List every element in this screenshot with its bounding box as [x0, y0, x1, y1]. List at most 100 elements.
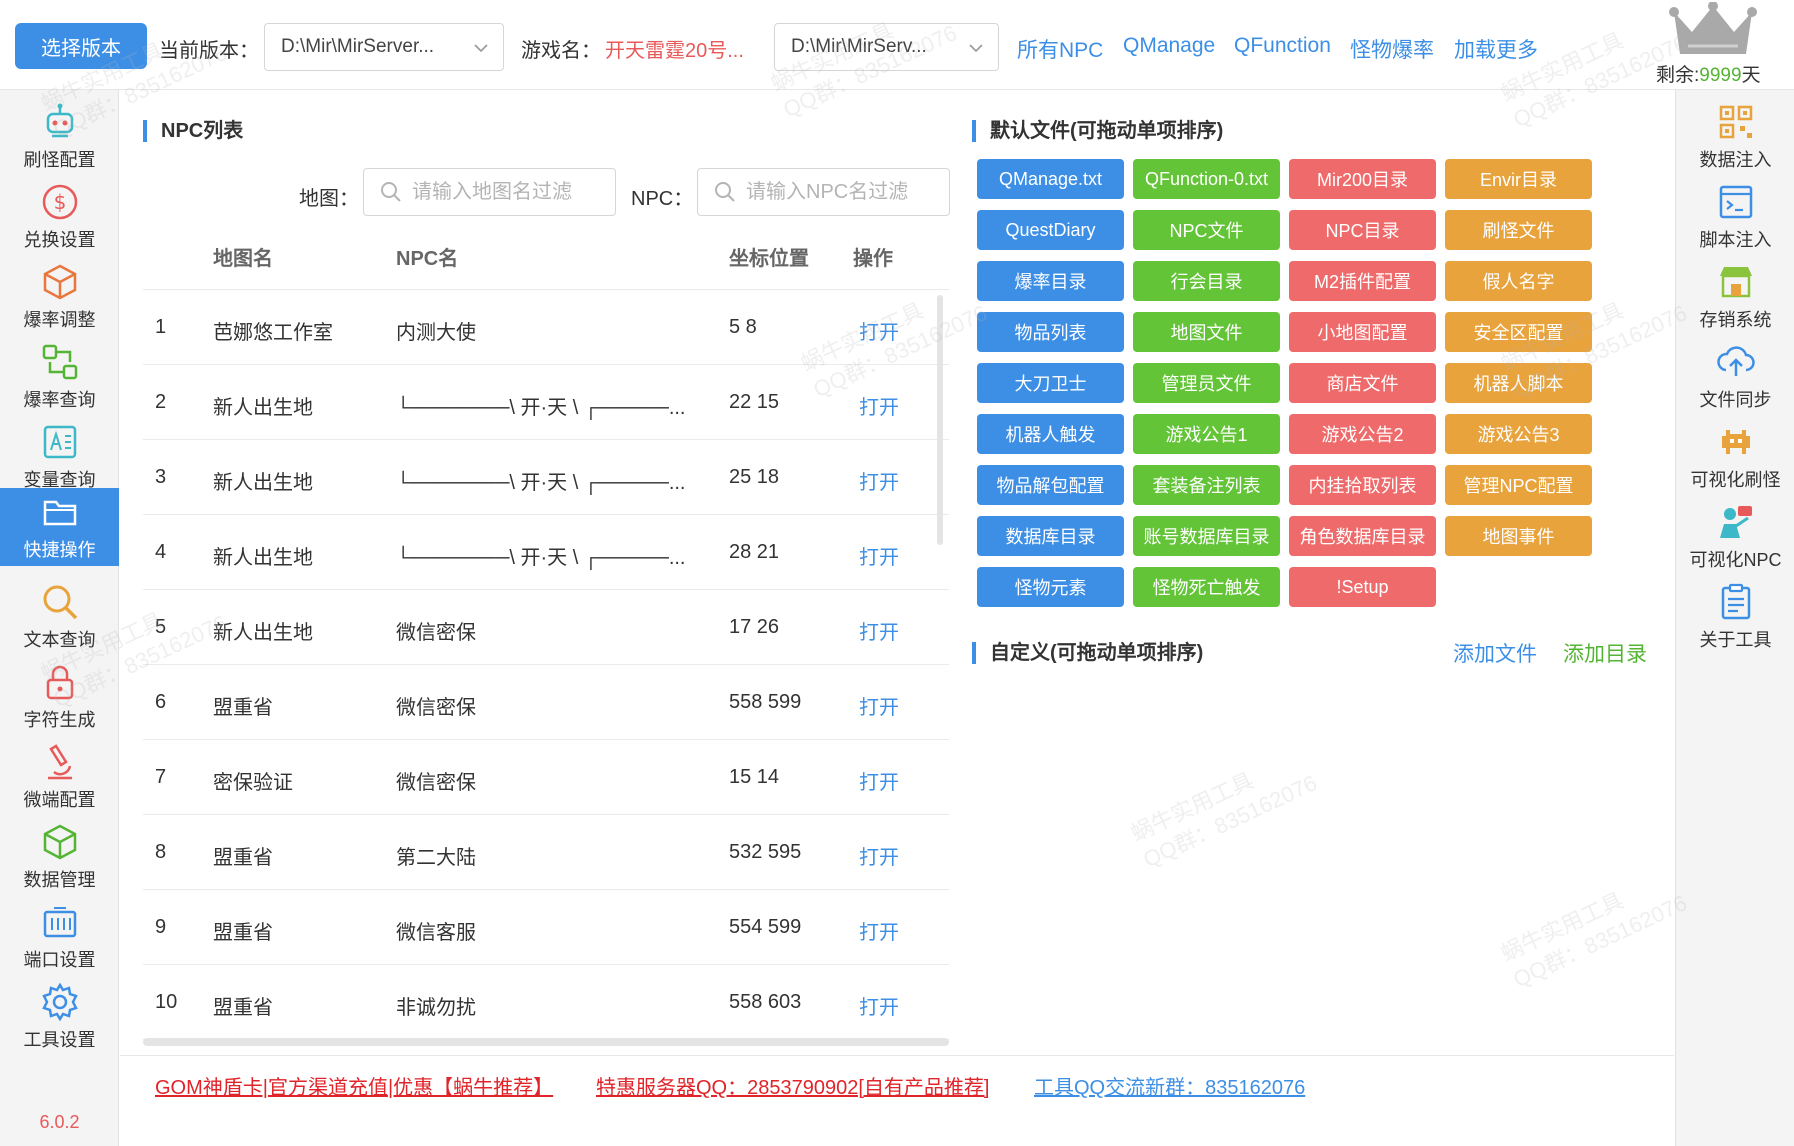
file-button[interactable]: NPC文件: [1133, 210, 1280, 250]
file-button[interactable]: 管理员文件: [1133, 363, 1280, 403]
file-button[interactable]: 机器人触发: [977, 414, 1124, 454]
file-button[interactable]: 行会目录: [1133, 261, 1280, 301]
cell-open-link[interactable]: 打开: [859, 316, 899, 345]
promo-link-gom[interactable]: GOM神盾卡|官方渠道充值|优惠【蜗牛推荐】: [155, 1071, 553, 1100]
cell-open-link[interactable]: 打开: [859, 616, 899, 645]
sidebar-item-label: 兑换设置: [23, 230, 96, 250]
table-row[interactable]: 3 新人出生地 └───────\ 开·天 \ ┌─────... 25 18 打开: [143, 440, 949, 515]
table-horizontal-scrollbar[interactable]: [143, 1038, 949, 1046]
file-button[interactable]: NPC目录: [1289, 210, 1436, 250]
sidebar-item-port-settings[interactable]: 端口设置: [0, 898, 119, 976]
file-button[interactable]: 安全区配置: [1445, 312, 1592, 352]
cell-open-link[interactable]: 打开: [859, 691, 899, 720]
promo-link-server-qq[interactable]: 特惠服务器QQ：2853790902[自有产品推荐]: [596, 1071, 989, 1100]
invader-icon: [1721, 430, 1750, 454]
lock-icon: [46, 665, 73, 700]
file-button[interactable]: 地图文件: [1133, 312, 1280, 352]
file-button[interactable]: 管理NPC配置: [1445, 465, 1592, 505]
file-button[interactable]: 数据库目录: [977, 516, 1124, 556]
link-monster-drop[interactable]: 怪物爆率: [1350, 34, 1434, 64]
link-qfunction[interactable]: QFunction: [1234, 34, 1331, 58]
file-button[interactable]: 怪物元素: [977, 567, 1124, 607]
add-file-link[interactable]: 添加文件: [1453, 638, 1537, 668]
file-button[interactable]: 地图事件: [1445, 516, 1592, 556]
file-button[interactable]: 机器人脚本: [1445, 363, 1592, 403]
right-item-visual-spawn[interactable]: 可视化刷怪: [1676, 418, 1794, 496]
table-row[interactable]: 4 新人出生地 └───────\ 开·天 \ ┌─────... 28 21 打开: [143, 515, 949, 590]
cell-open-link[interactable]: 打开: [859, 841, 899, 870]
table-row[interactable]: 1 芭娜悠工作室 内测大使 5 8 打开: [143, 290, 949, 365]
table-vertical-scrollbar[interactable]: [937, 295, 943, 545]
cell-open-link[interactable]: 打开: [859, 766, 899, 795]
sidebar-item-quick-actions[interactable]: 快捷操作: [0, 488, 119, 566]
link-load-more[interactable]: 加载更多: [1454, 34, 1538, 64]
file-button[interactable]: M2插件配置: [1289, 261, 1436, 301]
sidebar-item-exchange-settings[interactable]: $ 兑换设置: [0, 178, 119, 256]
table-row[interactable]: 8 盟重省 第二大陆 532 595 打开: [143, 815, 949, 890]
table-row[interactable]: 9 盟重省 微信客服 554 599 打开: [143, 890, 949, 965]
file-button[interactable]: 角色数据库目录: [1289, 516, 1436, 556]
cell-open-link[interactable]: 打开: [859, 466, 899, 495]
cell-open-link[interactable]: 打开: [859, 916, 899, 945]
file-button[interactable]: 内挂拾取列表: [1289, 465, 1436, 505]
file-button[interactable]: 物品列表: [977, 312, 1124, 352]
file-button[interactable]: 游戏公告2: [1289, 414, 1436, 454]
cell-open-link[interactable]: 打开: [859, 991, 899, 1020]
add-directory-link[interactable]: 添加目录: [1563, 638, 1647, 668]
file-button[interactable]: 套装备注列表: [1133, 465, 1280, 505]
sidebar-item-drop-adjust[interactable]: 爆率调整: [0, 258, 119, 336]
right-item-file-sync[interactable]: 文件同步: [1676, 338, 1794, 416]
sidebar-item-variable-query[interactable]: 变量查询: [0, 418, 119, 496]
cell-open-link[interactable]: 打开: [859, 391, 899, 420]
sidebar-item-text-query[interactable]: 文本查询: [0, 578, 119, 656]
table-row[interactable]: 7 密保验证 微信密保 15 14 打开: [143, 740, 949, 815]
file-button[interactable]: !Setup: [1289, 567, 1436, 607]
file-button[interactable]: 怪物死亡触发: [1133, 567, 1280, 607]
link-all-npc[interactable]: 所有NPC: [1017, 34, 1103, 64]
right-item-visual-npc[interactable]: 可视化NPC: [1676, 498, 1794, 576]
right-item-data-inject[interactable]: 数据注入: [1676, 98, 1794, 176]
right-item-about-tool[interactable]: 关于工具: [1676, 578, 1794, 656]
version-path-select[interactable]: D:\Mir\MirServer...: [264, 23, 504, 71]
sidebar-item-drop-query[interactable]: 爆率查询: [0, 338, 119, 416]
sidebar-item-data-management[interactable]: 数据管理: [0, 818, 119, 896]
table-row[interactable]: 2 新人出生地 └───────\ 开·天 \ ┌─────... 22 15 打开: [143, 365, 949, 440]
select-version-button[interactable]: 选择版本: [15, 23, 147, 69]
qrcode-icon: [1719, 105, 1752, 139]
file-button[interactable]: QManage.txt: [977, 159, 1124, 199]
file-button[interactable]: QuestDiary: [977, 210, 1124, 250]
server-path-select[interactable]: D:\Mir\MirServ...: [774, 23, 999, 71]
file-button[interactable]: 游戏公告1: [1133, 414, 1280, 454]
file-button[interactable]: 假人名字: [1445, 261, 1592, 301]
cell-npc-name: └───────\ 开·天 \ ┌─────...: [396, 472, 686, 494]
table-row[interactable]: 10 盟重省 非诚勿扰 558 603 打开: [143, 965, 949, 1040]
right-item-inventory-system[interactable]: 存销系统: [1676, 258, 1794, 336]
file-button[interactable]: 大刀卫士: [977, 363, 1124, 403]
cell-position: 25 18: [729, 466, 780, 488]
table-row[interactable]: 5 新人出生地 微信密保 17 26 打开: [143, 590, 949, 665]
cell-position: 532 595: [729, 841, 802, 863]
file-button[interactable]: QFunction-0.txt: [1133, 159, 1280, 199]
file-button[interactable]: Mir200目录: [1289, 159, 1436, 199]
link-qmanage[interactable]: QManage: [1123, 34, 1215, 58]
file-button[interactable]: 物品解包配置: [977, 465, 1124, 505]
file-button[interactable]: 小地图配置: [1289, 312, 1436, 352]
sidebar-item-label: 工具设置: [23, 1030, 96, 1050]
table-row[interactable]: 6 盟重省 微信密保 558 599 打开: [143, 665, 949, 740]
port-icon: [43, 907, 76, 938]
file-button[interactable]: 商店文件: [1289, 363, 1436, 403]
sidebar-item-micro-config[interactable]: 微端配置: [0, 738, 119, 816]
right-item-script-inject[interactable]: 脚本注入: [1676, 178, 1794, 256]
sidebar-item-tool-settings[interactable]: 工具设置: [0, 978, 119, 1056]
file-button[interactable]: 爆率目录: [977, 261, 1124, 301]
cell-index: 1: [155, 316, 167, 338]
sidebar-item-char-generate[interactable]: 字符生成: [0, 658, 119, 736]
file-button[interactable]: Envir目录: [1445, 159, 1592, 199]
file-button[interactable]: 游戏公告3: [1445, 414, 1592, 454]
file-button[interactable]: 账号数据库目录: [1133, 516, 1280, 556]
file-button[interactable]: 刷怪文件: [1445, 210, 1592, 250]
sidebar-item-spawn-config[interactable]: 刷怪配置: [0, 98, 119, 176]
tool-qq-group-link[interactable]: 工具QQ交流新群：835162076: [1034, 1071, 1305, 1100]
npc-icon: [1719, 506, 1752, 538]
cell-open-link[interactable]: 打开: [859, 541, 899, 570]
